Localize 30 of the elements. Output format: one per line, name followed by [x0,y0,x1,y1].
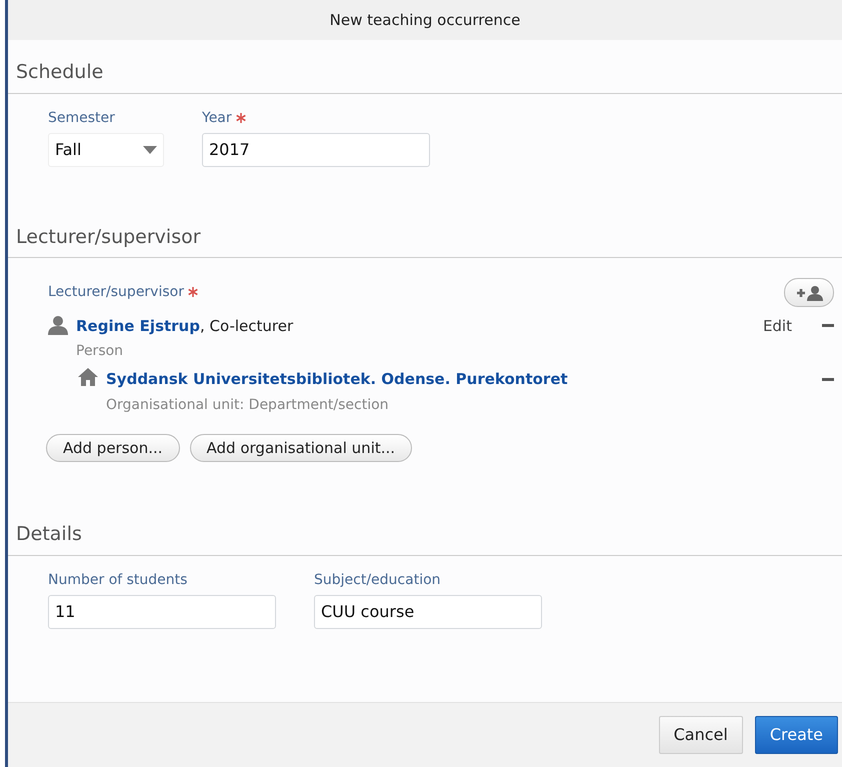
cancel-button[interactable]: Cancel [658,716,743,754]
field-label: Subject/education [314,570,441,590]
name-link[interactable]: Syddansk Universitetsbibliotek. Odense. Purekontoret [106,368,568,390]
input-field[interactable]: 2017 [202,132,430,166]
add-button[interactable]: Add organisational unit... [190,434,412,462]
field-label: Lecturer/supervisor [48,282,184,302]
window-title: New teaching occurrence [8,0,842,40]
role-text: , Co-lecturer [200,316,294,336]
name-link[interactable]: Regine Ejstrup [76,314,200,337]
edit-link[interactable]: Edit [762,314,792,337]
add-button[interactable]: Add person... [46,434,180,462]
create-button[interactable]: Create [754,716,838,754]
person-icon [48,314,68,334]
input-field[interactable]: 11 [48,594,276,628]
field-label: Year [202,108,232,128]
remove-icon [822,324,834,328]
dropdown-arrow-icon [143,146,157,154]
section-heading: Lecturer/supervisor [16,226,201,248]
field-label: Semester [48,108,115,128]
input-field[interactable]: CUU course [314,594,542,628]
entry-type: Organisational unit: Department/section [106,396,389,414]
entry-type: Person [76,342,124,361]
section-heading: Details [16,523,82,545]
semester-select[interactable]: Fall [48,132,164,166]
remove-icon [822,378,834,381]
home-icon [78,368,98,386]
section-heading: Schedule [16,61,104,83]
add-person-button[interactable] [784,278,834,306]
field-label: Number of students [48,570,188,590]
add-person-icon [795,284,823,301]
